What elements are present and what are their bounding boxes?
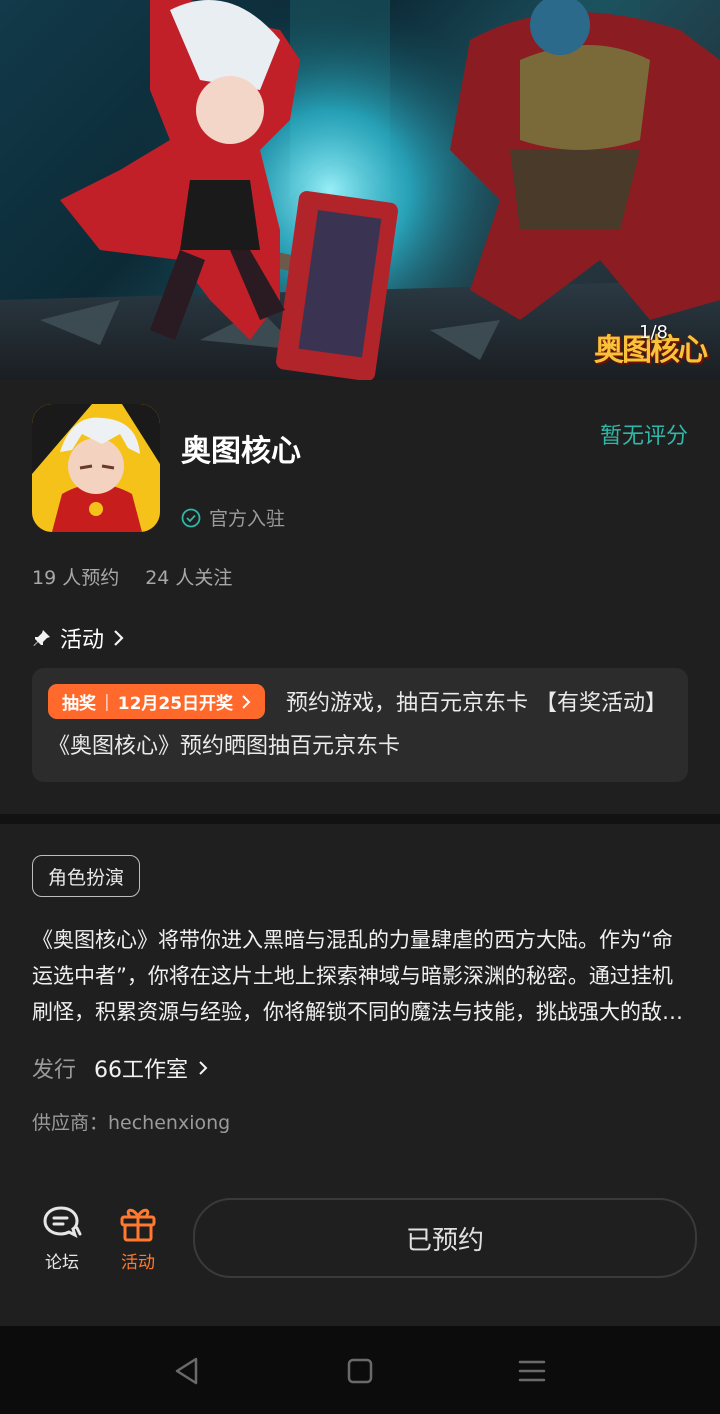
activity-card[interactable]: 预约游戏，抽百元京东卡 【有奖活动】《奥图核心》预约晒图抽百元京东卡 抽奖 | … — [32, 668, 688, 782]
back-triangle-icon[interactable] — [170, 1354, 204, 1388]
app-icon-artwork — [32, 404, 160, 532]
lottery-badge: 抽奖 | 12月25日开奖 — [48, 684, 266, 719]
verified-check-icon — [181, 508, 201, 527]
event-button[interactable]: 活动 — [108, 1204, 168, 1273]
chevron-right-icon — [114, 630, 124, 646]
publisher-label: 发行 — [32, 1058, 77, 1083]
chevron-right-icon — [199, 1061, 208, 1075]
forum-chat-icon — [43, 1206, 82, 1238]
supplier-info: 供应商：hechenxiong — [32, 1112, 231, 1134]
game-description[interactable]: 《奥图核心》将带你进入黑暗与混乱的力量肆虐的西方大陆。作为“命运选中者”，你将在… — [32, 922, 688, 1030]
follower-count: 24 人关注 — [145, 567, 233, 589]
official-badge: 官方入驻 — [181, 504, 285, 531]
badge-type: 抽奖 — [62, 694, 96, 714]
badge-date: 12月25日开奖 — [117, 694, 234, 714]
event-label: 活动 — [121, 1253, 155, 1273]
home-square-icon[interactable] — [343, 1354, 377, 1388]
activity-section-title: 活动 — [60, 628, 105, 653]
reservation-count: 19 人预约 — [32, 567, 120, 589]
badge-separator: | — [104, 691, 110, 712]
genre-tag[interactable]: 角色扮演 — [32, 855, 141, 897]
forum-button[interactable]: 论坛 — [32, 1204, 92, 1273]
app-stats: 19 人预约 24 人关注 — [32, 563, 232, 590]
publisher-row[interactable]: 发行 66工作室 — [32, 1052, 210, 1084]
app-info-section: 奥图核心 暂无评分 官方入驻 19 人预约 24 人关注 活动 预约游戏，抽百元… — [0, 380, 720, 814]
banner-artwork — [0, 0, 720, 380]
recent-apps-icon[interactable] — [515, 1354, 549, 1388]
official-label: 官方入驻 — [209, 508, 286, 530]
rating-text[interactable]: 暂无评分 — [600, 418, 688, 450]
forum-label: 论坛 — [45, 1253, 79, 1273]
gift-icon — [120, 1208, 156, 1242]
banner-page-counter: 1/8 — [639, 322, 668, 343]
app-icon — [32, 404, 160, 532]
app-name: 奥图核心 — [181, 434, 301, 469]
bottom-action-bar: 论坛 活动 已预约 — [0, 1190, 720, 1326]
publisher-name: 66工作室 — [94, 1058, 189, 1083]
game-banner[interactable]: 奥图核心 1/8 — [0, 0, 720, 380]
section-divider — [0, 814, 720, 824]
activity-section-header[interactable]: 活动 — [32, 622, 126, 654]
reserved-button[interactable]: 已预约 — [193, 1198, 697, 1278]
system-navigation-bar — [0, 1326, 720, 1414]
pin-icon — [33, 630, 50, 646]
chevron-right-icon — [242, 694, 251, 709]
